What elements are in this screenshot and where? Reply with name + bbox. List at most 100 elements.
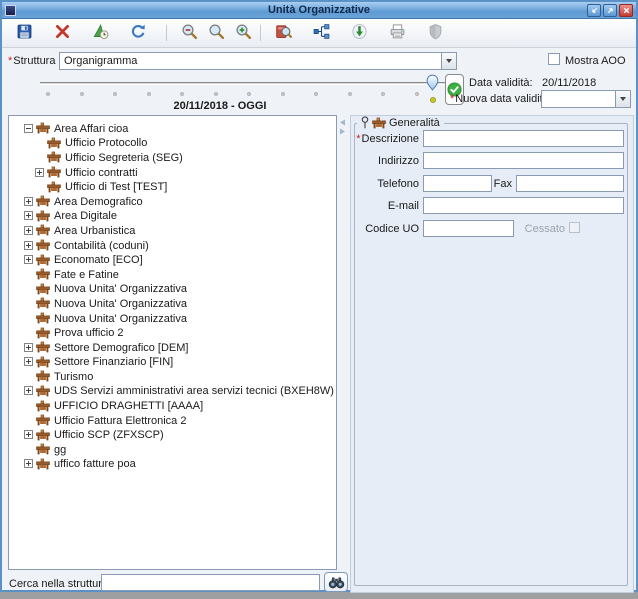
required-asterisk: * <box>450 93 454 105</box>
tree-item[interactable]: UDS Servizi amministrativi area servizi … <box>9 384 336 399</box>
split-divider[interactable] <box>339 119 347 137</box>
tree-item[interactable]: Economato [ECO] <box>9 252 336 267</box>
tree-item-label: Prova ufficio 2 <box>54 326 124 339</box>
tree-expander-minus-icon[interactable] <box>24 124 33 133</box>
mostra-aoo-checkbox[interactable] <box>548 53 560 65</box>
email-label: E-mail <box>349 200 419 212</box>
desk-icon <box>372 117 386 129</box>
desk-icon <box>36 414 50 426</box>
descrizione-field[interactable] <box>423 130 624 147</box>
tree-item-label: Settore Demografico [DEM] <box>54 341 189 354</box>
refresh-button[interactable] <box>126 21 150 45</box>
nuova-data-combobox[interactable] <box>541 90 631 108</box>
fax-field[interactable] <box>516 175 624 192</box>
tree-expander-plus-icon[interactable] <box>24 343 33 352</box>
desk-icon <box>47 166 61 178</box>
find-button[interactable] <box>271 21 295 45</box>
desk-icon <box>36 195 50 207</box>
slider-tick <box>214 92 218 96</box>
tree-expander-plus-icon[interactable] <box>24 459 33 468</box>
data-validita-value: 20/11/2018 <box>542 77 596 89</box>
search-button[interactable] <box>324 572 348 592</box>
tree-expander-plus-icon[interactable] <box>24 211 33 220</box>
delete-button[interactable] <box>50 21 74 45</box>
codice-uo-field[interactable] <box>423 220 514 237</box>
close-button[interactable] <box>619 4 633 17</box>
print-button[interactable] <box>385 21 409 45</box>
desk-icon <box>36 356 50 368</box>
struttura-combobox[interactable]: Organigramma <box>59 52 457 70</box>
tree-item[interactable]: Ufficio di Test [TEST] <box>9 179 336 194</box>
zoom-out-button[interactable] <box>177 21 201 45</box>
desk-icon <box>36 327 50 339</box>
tree-item[interactable]: Settore Demografico [DEM] <box>9 340 336 355</box>
slider-tick <box>314 92 318 96</box>
tree-item[interactable]: Contabilità (coduni) <box>9 238 336 253</box>
pushpin-icon[interactable] <box>361 116 369 129</box>
tree-item[interactable]: Area Digitale <box>9 209 336 224</box>
tree-item[interactable]: Area Urbanistica <box>9 223 336 238</box>
zoom-reset-button[interactable] <box>204 21 228 45</box>
maximize-icon <box>606 6 615 15</box>
tree-item[interactable]: Ufficio Protocollo <box>9 136 336 151</box>
tree-item[interactable]: Ufficio SCP (ZFXSCP) <box>9 427 336 442</box>
tree-item[interactable]: Area Demografico <box>9 194 336 209</box>
tree-expander-plus-icon[interactable] <box>24 197 33 206</box>
email-field[interactable] <box>423 197 624 214</box>
search-input[interactable] <box>101 574 320 591</box>
tree-item[interactable]: Fate e Fatine <box>9 267 336 282</box>
group-title-text: Generalità <box>389 116 440 129</box>
tree-item-label: Nuova Unita' Organizzativa <box>54 312 187 325</box>
telefono-label: Telefono <box>349 178 419 190</box>
tree-expander-plus-icon[interactable] <box>24 430 33 439</box>
security-button[interactable] <box>423 21 447 45</box>
tree-item[interactable]: Nuova Unita' Organizzativa <box>9 282 336 297</box>
zoom-in-button[interactable] <box>231 21 255 45</box>
zoom-reset-icon <box>208 23 225 43</box>
nuova-data-dropdown-button[interactable] <box>615 91 630 107</box>
tree-item[interactable]: Ufficio Fattura Elettronica 2 <box>9 413 336 428</box>
tree-item[interactable]: Prova ufficio 2 <box>9 325 336 340</box>
indirizzo-label: Indirizzo <box>349 155 419 167</box>
desk-icon <box>47 181 61 193</box>
tree-item[interactable]: Area Affari cioa <box>9 121 336 136</box>
minimize-icon <box>590 6 599 15</box>
tree-item[interactable]: Nuova Unita' Organizzativa <box>9 311 336 326</box>
struttura-value: Organigramma <box>60 53 441 69</box>
tree-item[interactable]: gg <box>9 442 336 457</box>
tree-item[interactable]: Ufficio contratti <box>9 165 336 180</box>
tree-expander-plus-icon[interactable] <box>24 255 33 264</box>
tree-expander-plus-icon[interactable] <box>24 357 33 366</box>
mostra-aoo-label: Mostra AOO <box>565 55 626 67</box>
tree-item-label: gg <box>54 443 66 456</box>
struttura-dropdown-button[interactable] <box>441 53 456 69</box>
indirizzo-field[interactable] <box>423 152 624 169</box>
tree-item-label: Contabilità (coduni) <box>54 239 149 252</box>
tree-expander-plus-icon[interactable] <box>24 226 33 235</box>
tree-item[interactable]: Turismo <box>9 369 336 384</box>
tree-expander-plus-icon[interactable] <box>24 241 33 250</box>
slider-tick <box>46 92 50 96</box>
codice-uo-label: Codice UO <box>349 223 419 235</box>
import-button[interactable] <box>347 21 371 45</box>
tree-indent-spacer <box>24 270 33 279</box>
tree-item[interactable]: UFFICIO DRAGHETTI [AAAA] <box>9 398 336 413</box>
tree-item[interactable]: Nuova Unita' Organizzativa <box>9 296 336 311</box>
timeline-range-label: 20/11/2018 - OGGI <box>120 100 320 112</box>
tree-item[interactable]: uffico fatture poa <box>9 457 336 472</box>
tree-expander-plus-icon[interactable] <box>35 168 44 177</box>
date-slider-thumb[interactable] <box>426 74 439 92</box>
titlebar[interactable]: Unità Organizzative <box>2 2 636 19</box>
maximize-button[interactable] <box>603 4 617 17</box>
tree-indent-spacer <box>24 401 33 410</box>
date-slider-track[interactable] <box>40 82 448 85</box>
validity-button[interactable] <box>88 21 112 45</box>
save-button[interactable] <box>12 21 36 45</box>
zoom-out-icon <box>181 23 198 43</box>
minimize-button[interactable] <box>587 4 601 17</box>
tree-expander-plus-icon[interactable] <box>24 386 33 395</box>
org-tree-button[interactable] <box>309 21 333 45</box>
org-tree-icon <box>313 23 330 43</box>
tree-item[interactable]: Ufficio Segreteria (SEG) <box>9 150 336 165</box>
tree-item[interactable]: Settore Finanziario [FIN] <box>9 355 336 370</box>
